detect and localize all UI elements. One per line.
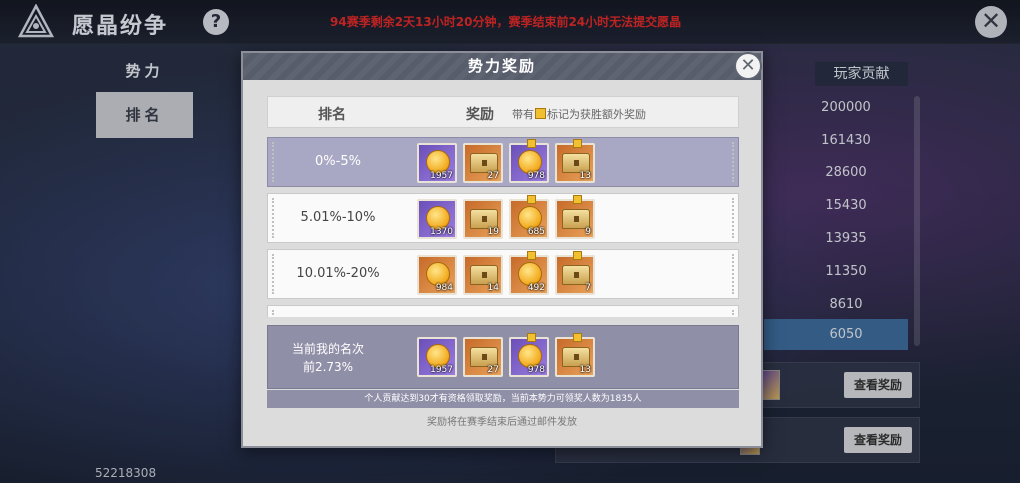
chest-icon xyxy=(562,153,590,173)
chest-icon xyxy=(470,347,498,367)
tier-row: 10.01%-20% 984 14 492 7 xyxy=(267,249,739,299)
extra-badge-icon xyxy=(573,251,582,260)
chest-icon xyxy=(562,209,590,229)
extra-badge-icon xyxy=(573,139,582,148)
reward-item[interactable]: 1957 xyxy=(417,337,457,377)
reward-item-extra[interactable]: 13 xyxy=(555,139,595,183)
modal-close-button[interactable]: ✕ xyxy=(734,52,762,80)
chest-icon xyxy=(562,347,590,367)
extra-badge-icon xyxy=(573,195,582,204)
tier-label: 10.01%-20% xyxy=(296,266,380,281)
reward-column-header: 奖励 xyxy=(466,107,494,123)
reward-item-extra[interactable]: 13 xyxy=(555,333,595,377)
extra-badge-icon xyxy=(535,108,546,119)
tier-label: 5.01%-10% xyxy=(300,210,376,225)
reward-item-extra[interactable]: 7 xyxy=(555,251,595,295)
reward-item[interactable]: 1957 xyxy=(417,143,457,183)
modal-title: 势力奖励 xyxy=(243,53,761,80)
reward-item-extra[interactable]: 978 xyxy=(509,333,549,377)
my-rank-label: 当前我的名次 前2.73% xyxy=(291,342,364,374)
extra-badge-icon xyxy=(573,333,582,342)
extra-badge-icon xyxy=(527,195,536,204)
reward-item[interactable]: 14 xyxy=(463,255,503,295)
reward-item[interactable]: 27 xyxy=(463,143,503,183)
chest-icon xyxy=(470,209,498,229)
extra-reward-note: 带有 标记为获胜额外奖励 xyxy=(512,108,646,121)
reward-item-extra[interactable]: 492 xyxy=(509,251,549,295)
tier-row-partial xyxy=(267,305,739,317)
my-rank-panel: 当前我的名次 前2.73% 1957 27 978 13 xyxy=(267,325,739,389)
tier-list[interactable]: 0%-5% 1957 27 978 13 5.01%-10% 1370 19 6… xyxy=(267,137,739,317)
tier-label: 0%-5% xyxy=(315,154,361,169)
chest-icon xyxy=(470,265,498,285)
reward-item[interactable]: 1370 xyxy=(417,199,457,239)
chest-icon xyxy=(562,265,590,285)
tier-row: 5.01%-10% 1370 19 685 9 xyxy=(267,193,739,243)
chest-icon xyxy=(470,153,498,173)
mail-delivery-note: 奖励将在赛季结束后通过邮件发放 xyxy=(427,417,577,428)
reward-item-extra[interactable]: 685 xyxy=(509,195,549,239)
reward-item-extra[interactable]: 978 xyxy=(509,139,549,183)
rank-column-header: 排名 xyxy=(318,107,346,123)
reward-table-header: 排名 奖励 带有 标记为获胜额外奖励 xyxy=(267,96,739,128)
eligibility-note: 个人贡献达到30才有资格领取奖励，当前本势力可领奖人数为1835人 xyxy=(267,390,739,408)
extra-badge-icon xyxy=(527,251,536,260)
extra-badge-icon xyxy=(527,139,536,148)
tier-row: 0%-5% 1957 27 978 13 xyxy=(267,137,739,187)
reward-item[interactable]: 19 xyxy=(463,199,503,239)
extra-badge-icon xyxy=(527,333,536,342)
faction-reward-modal: 势力奖励 ✕ 排名 奖励 带有 标记为获胜额外奖励 0%-5% 1957 27 9… xyxy=(241,51,763,448)
reward-item-extra[interactable]: 9 xyxy=(555,195,595,239)
reward-item[interactable]: 984 xyxy=(417,255,457,295)
reward-item[interactable]: 27 xyxy=(463,337,503,377)
